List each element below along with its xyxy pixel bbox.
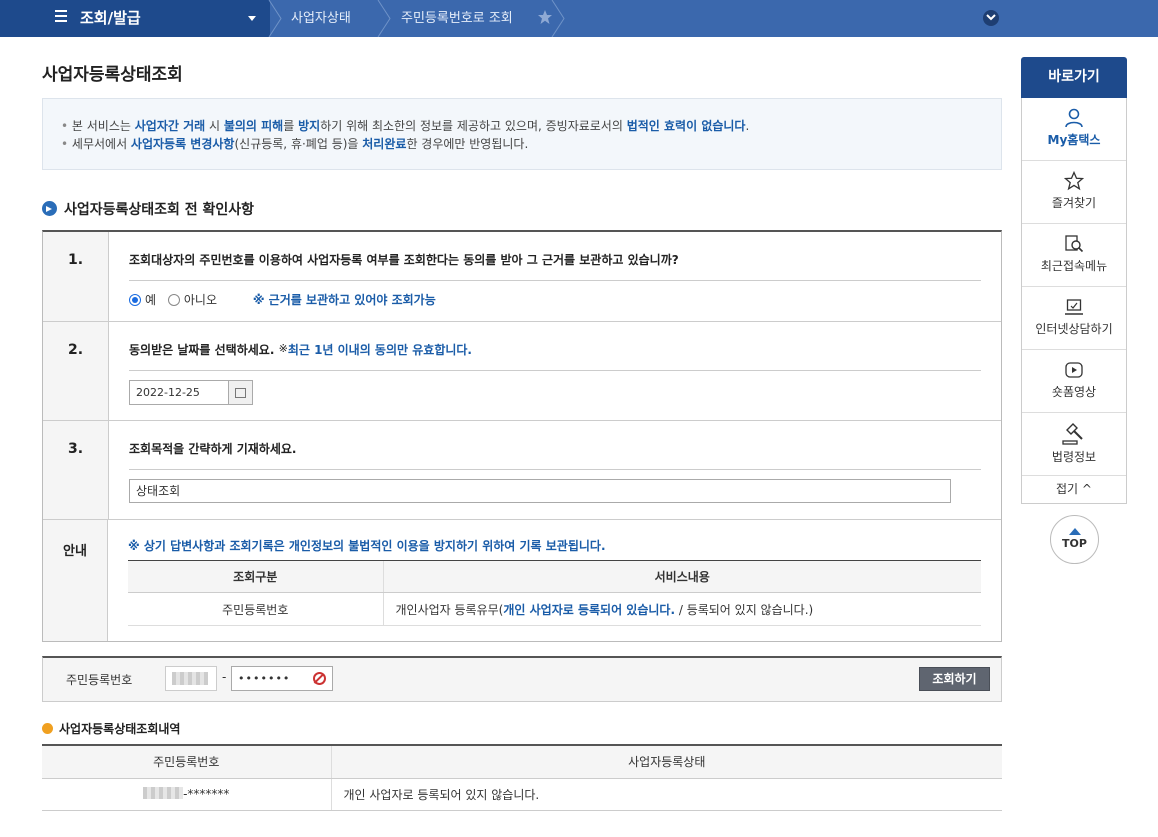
id-front-input[interactable] (165, 666, 217, 691)
consent-note: ※ 근거를 보관하고 있어야 조회가능 (252, 293, 436, 307)
scroll-top-button[interactable]: TOP (1050, 515, 1099, 564)
question-number: 3. (43, 421, 109, 519)
table-row: -******* 개인 사업자로 등록되어 있지 않습니다. (42, 778, 1002, 811)
checklist-table: 1. 조회대상자의 주민번호를 이용하여 사업자등록 여부를 조회한다는 동의를… (42, 230, 1002, 642)
quick-my-hometax[interactable]: My홈택스 (1022, 98, 1126, 161)
menu-dropdown[interactable]: 조회/발급 (0, 0, 270, 37)
result-title: 사업자등록상태조회내역 (42, 720, 180, 737)
result-table: 주민등록번호 사업자등록상태 -******* 개인 사업자로 등록되어 있지 … (42, 744, 1002, 811)
recent-search-icon (1065, 235, 1084, 253)
id-back-input[interactable]: ••••••• (231, 666, 333, 691)
calendar-icon[interactable] (229, 380, 253, 405)
table-cell: -******* (42, 778, 331, 811)
section-title: 사업자등록상태조회 전 확인사항 (42, 199, 254, 219)
star-icon (1064, 171, 1084, 191)
consent-no-radio[interactable]: 아니오 (167, 293, 217, 307)
quick-recent-menu[interactable]: 최근접속메뉴 (1022, 224, 1126, 287)
breadcrumb-status[interactable]: 사업자상태 (291, 0, 351, 37)
user-icon (1065, 108, 1083, 128)
top-nav: 조회/발급 사업자상태 주민등록번호로 조회 (0, 0, 1158, 38)
quick-online-consult[interactable]: 인터넷상담하기 (1022, 287, 1126, 350)
hamburger-icon (55, 10, 67, 24)
play-icon (1065, 362, 1083, 378)
question-row-3: 3. 조회목적을 간략하게 기재하세요. 상태조회 (43, 421, 1001, 520)
question-text: 조회대상자의 주민번호를 이용하여 사업자등록 여부를 조회한다는 동의를 받아… (129, 232, 981, 281)
table-cell: 개인 사업자로 등록되어 있지 않습니다. (330, 778, 1002, 811)
fold-button[interactable]: 접기 ^ (1022, 476, 1126, 503)
id-search-bar: 주민등록번호 - ••••••• 조회하기 (42, 656, 1002, 702)
laptop-icon (1065, 299, 1083, 315)
gavel-icon (1062, 423, 1083, 445)
notice-line-2: 세무서에서 사업자등록 변경사항(신규등록, 휴·폐업 등)을 처리완료한 경우… (61, 135, 1001, 153)
column-header: 서비스내용 (382, 560, 981, 593)
guide-table: 조회구분 서비스내용 주민등록번호 개인사업자 등록유무(개인 사업자로 등록되… (128, 560, 981, 626)
guide-label: 안내 (43, 520, 108, 641)
column-header: 조회구분 (128, 560, 383, 593)
column-header: 사업자등록상태 (330, 744, 1002, 779)
question-row-2: 2. 동의받은 날짜를 선택하세요. ※최근 1년 이내의 동의만 유효합니다.… (43, 322, 1001, 421)
table-cell: 주민등록번호 (128, 592, 383, 626)
search-button[interactable]: 조회하기 (919, 667, 990, 691)
caret-down-icon (248, 16, 256, 21)
quick-menu: 바로가기 My홈택스 즐겨찾기 최근접속메뉴 인터넷상담하기 숏폼영상 법령정보… (1021, 57, 1127, 504)
quick-menu-title: 바로가기 (1021, 57, 1127, 98)
question-row-1: 1. 조회대상자의 주민번호를 이용하여 사업자등록 여부를 조회한다는 동의를… (43, 232, 1001, 322)
hide-password-icon[interactable] (313, 672, 326, 685)
bullet-icon (42, 723, 53, 734)
notice-line-1: 본 서비스는 사업자간 거래 시 불의의 피해를 방지하기 위해 최소한의 정보… (61, 117, 1001, 135)
crumb-separator (551, 0, 565, 38)
breadcrumb-current[interactable]: 주민등록번호로 조회 (401, 0, 513, 37)
quick-law-info[interactable]: 법령정보 (1022, 413, 1126, 476)
radio-checked-icon (129, 294, 141, 306)
guide-note: ※ 상기 답변사항과 조회기록은 개인정보의 불법적인 이용을 방지하기 위하여… (128, 539, 606, 553)
consent-date-input[interactable]: 2022-12-25 (129, 380, 229, 405)
arrow-up-icon (1068, 528, 1081, 535)
guide-row: 안내 ※ 상기 답변사항과 조회기록은 개인정보의 불법적인 이용을 방지하기 … (43, 520, 1001, 641)
table-cell: 개인사업자 등록유무(개인 사업자로 등록되어 있습니다. / 등록되어 있지 … (382, 592, 981, 626)
id-label: 주민등록번호 (66, 673, 133, 687)
purpose-input[interactable]: 상태조회 (129, 479, 951, 503)
arrow-circle-icon (42, 201, 57, 216)
question-text: 조회목적을 간략하게 기재하세요. (129, 421, 981, 470)
column-header: 주민등록번호 (42, 744, 331, 779)
consent-yes-radio[interactable]: 예 (129, 293, 156, 307)
question-text: 동의받은 날짜를 선택하세요. ※최근 1년 이내의 동의만 유효합니다. (129, 322, 981, 371)
radio-unchecked-icon (167, 294, 180, 306)
question-number: 1. (43, 232, 109, 321)
nav-expand-icon[interactable] (983, 10, 999, 26)
page-title: 사업자등록상태조회 (42, 65, 183, 85)
table-row: 주민등록번호 개인사업자 등록유무(개인 사업자로 등록되어 있습니다. / 등… (128, 592, 981, 626)
masked-id (143, 787, 184, 799)
quick-short-video[interactable]: 숏폼영상 (1022, 350, 1126, 413)
id-dash: - (222, 670, 227, 684)
crumb-separator (268, 0, 282, 38)
quick-favorites[interactable]: 즐겨찾기 (1022, 161, 1126, 224)
crumb-separator (377, 0, 391, 38)
menu-title: 조회/발급 (80, 9, 141, 27)
service-notice: 본 서비스는 사업자간 거래 시 불의의 피해를 방지하기 위해 최소한의 정보… (42, 98, 1002, 170)
question-number: 2. (43, 322, 109, 420)
